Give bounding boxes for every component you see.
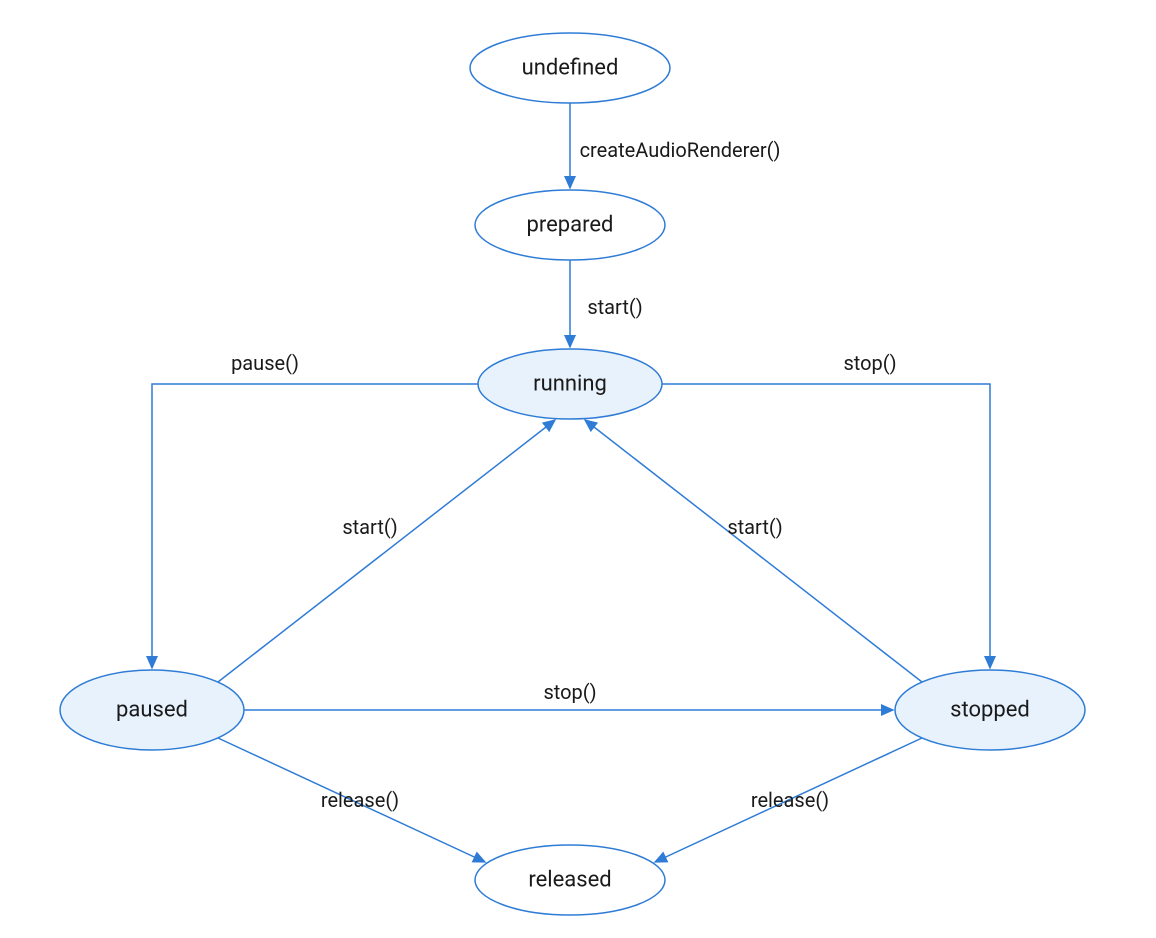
edge-create-audio-renderer: createAudioRenderer(): [570, 103, 780, 188]
edge-start-prepared: start(): [570, 260, 643, 347]
node-undefined: undefined: [470, 33, 670, 103]
edge-stop-running-label: stop(): [843, 351, 896, 375]
node-stopped: stopped: [895, 670, 1085, 750]
edge-release-paused: release(): [218, 738, 485, 862]
node-released-label: released: [528, 868, 611, 893]
edge-pause-label: pause(): [231, 351, 299, 375]
edge-release-stopped: release(): [655, 738, 922, 862]
edge-stop-running: stop(): [662, 351, 990, 668]
edge-start-paused-label: start(): [342, 515, 397, 539]
node-paused-label: paused: [116, 698, 188, 723]
node-paused: paused: [60, 670, 244, 750]
edge-start-stopped-label: start(): [727, 515, 782, 539]
node-prepared-label: prepared: [527, 213, 614, 238]
edge-create-audio-renderer-label: createAudioRenderer(): [580, 138, 781, 162]
node-stopped-label: stopped: [950, 698, 1030, 723]
edge-release-stopped-label: release(): [751, 788, 829, 812]
edge-stop-paused-label: stop(): [543, 680, 596, 704]
node-undefined-label: undefined: [522, 56, 619, 81]
node-released: released: [475, 845, 665, 915]
state-diagram: undefined prepared running paused stoppe…: [0, 0, 1156, 938]
node-running: running: [478, 349, 662, 419]
edge-release-paused-label: release(): [321, 788, 399, 812]
node-running-label: running: [533, 372, 607, 397]
edge-start-prepared-label: start(): [587, 295, 642, 319]
edge-pause: pause(): [152, 351, 478, 668]
edge-start-stopped: start(): [585, 420, 922, 682]
node-prepared: prepared: [475, 190, 665, 260]
edge-start-paused: start(): [218, 420, 555, 682]
edge-stop-paused: stop(): [244, 680, 893, 710]
